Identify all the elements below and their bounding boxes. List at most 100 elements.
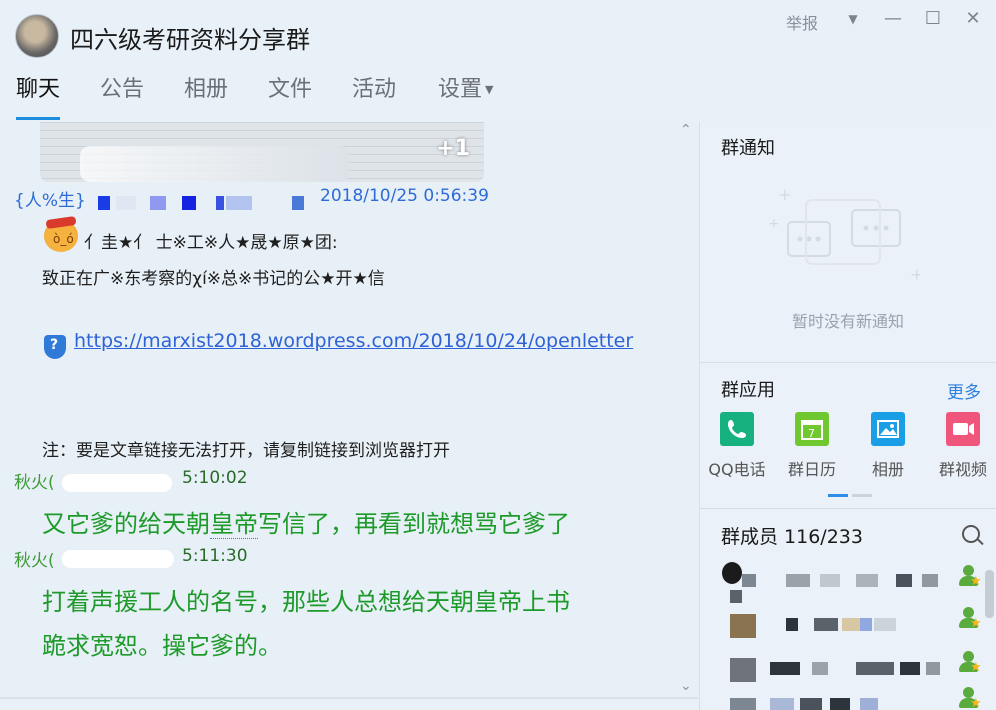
redacted-member xyxy=(856,574,878,587)
members-title: 群成员 116/233 xyxy=(721,526,863,548)
svg-text:+: + xyxy=(770,216,780,232)
redacted-member xyxy=(926,662,940,675)
admin-icon: ★ xyxy=(957,650,982,675)
redacted-name xyxy=(292,196,304,210)
app-group-video[interactable]: 群视频 xyxy=(928,412,996,480)
redacted-name xyxy=(116,196,136,210)
redacted-member xyxy=(842,618,860,631)
maximize-icon[interactable]: ☐ xyxy=(922,8,944,29)
tab-bar: 聊天 公告 相册 文件 活动 设置 ▼ xyxy=(0,74,996,120)
group-avatar[interactable] xyxy=(15,14,59,58)
member-row[interactable]: ★ xyxy=(700,606,982,646)
apps-pager[interactable] xyxy=(852,494,872,497)
shield-link-icon xyxy=(44,335,66,359)
message-text-part: 写信了，再看到就想骂它爹了 xyxy=(258,510,570,538)
app-album[interactable]: 相册 xyxy=(853,412,923,480)
app-label: 群视频 xyxy=(938,460,987,479)
chevron-down-icon[interactable]: ▼ xyxy=(842,12,864,26)
member-row[interactable]: ★ xyxy=(700,650,982,690)
redacted-member xyxy=(730,590,742,603)
thumbnail-count-badge: +1 xyxy=(436,136,470,161)
redacted-member xyxy=(742,574,756,587)
group-title: 四六级考研资料分享群 xyxy=(70,26,310,54)
tab-announcement[interactable]: 公告 xyxy=(100,74,144,120)
redacted-member xyxy=(770,662,800,675)
angry-emoji-icon: ò_ó xyxy=(44,220,78,252)
redacted-member xyxy=(814,618,838,631)
image-thumbnail[interactable]: +1 xyxy=(40,122,484,182)
scroll-down-icon[interactable]: ⌄ xyxy=(680,678,692,694)
thumbnail-blur xyxy=(80,146,350,182)
redacted-member xyxy=(830,698,850,710)
redacted-member xyxy=(874,618,896,631)
redacted-name xyxy=(216,196,224,210)
svg-text:+: + xyxy=(910,265,920,284)
emoji-face: ò_ó xyxy=(53,232,74,246)
redacted-member xyxy=(770,698,794,710)
app-label: QQ电话 xyxy=(708,460,766,479)
message-time: 2018/10/25 0:56:39 xyxy=(320,186,489,206)
redacted-member xyxy=(896,574,912,587)
member-row[interactable]: ★ xyxy=(700,687,982,710)
title-bar: 四六级考研资料分享群 举报 ▼ — ☐ ✕ xyxy=(0,0,996,70)
close-icon[interactable]: ✕ xyxy=(962,8,984,29)
chat-divider xyxy=(0,697,698,699)
message-time: 5:11:30 xyxy=(182,546,248,566)
message-note: 注：要是文章链接无法打开，请复制链接到浏览器打开 xyxy=(42,441,450,461)
tab-chat[interactable]: 聊天 xyxy=(16,74,61,120)
admin-icon: ★ xyxy=(957,564,982,589)
redacted-member xyxy=(860,698,878,710)
message-text: 又它爹的给天朝皇帝写信了，再看到就想骂它爹了 xyxy=(42,504,570,539)
app-group-calendar[interactable]: 7 群日历 xyxy=(777,412,847,480)
section-divider xyxy=(700,508,996,509)
tab-settings[interactable]: 设置 ▼ xyxy=(438,74,493,120)
message-link[interactable]: https://marxist2018.wordpress.com/2018/1… xyxy=(74,330,633,352)
message-text: 亻圭★亻 士※工※人★晟★原★团: xyxy=(84,233,338,253)
message-text: 打着声援工人的名号，那些人总想给天朝皇帝上书 xyxy=(42,588,570,616)
redacted-name xyxy=(150,196,166,210)
message-text: 致正在广※东考察的χí※总※书记的公★开★信 xyxy=(42,269,385,289)
keyword-highlight[interactable]: 皇帝 xyxy=(210,510,258,539)
tab-settings-label: 设置 xyxy=(438,77,483,102)
redacted-member xyxy=(786,618,798,631)
section-divider xyxy=(700,362,996,363)
message-sender[interactable]: {人%生} xyxy=(14,186,86,211)
app-label: 相册 xyxy=(871,460,904,479)
message-sender[interactable]: 秋火( xyxy=(14,468,55,493)
app-label: 群日历 xyxy=(787,460,836,479)
redacted-member xyxy=(820,574,840,587)
scroll-up-icon[interactable]: ⌃ xyxy=(680,122,692,138)
notice-empty-text: 暂时没有新通知 xyxy=(792,312,905,331)
minimize-icon[interactable]: — xyxy=(882,8,904,29)
tab-activity[interactable]: 活动 xyxy=(352,74,396,120)
apps-more-link[interactable]: 更多 xyxy=(947,378,981,403)
tab-files[interactable]: 文件 xyxy=(268,74,312,120)
svg-text:+: + xyxy=(778,188,791,204)
redacted-member xyxy=(900,662,920,675)
redacted-name xyxy=(62,550,174,568)
redacted-name xyxy=(62,474,172,492)
redacted-member xyxy=(856,662,894,675)
calendar-icon: 7 xyxy=(795,412,829,446)
member-row[interactable]: ★ xyxy=(700,562,982,603)
notice-title: 群通知 xyxy=(721,138,775,159)
report-button[interactable]: 举报 xyxy=(786,10,818,34)
apps-title: 群应用 xyxy=(721,380,775,401)
redacted-name xyxy=(182,196,196,210)
tab-album[interactable]: 相册 xyxy=(184,74,228,120)
phone-icon xyxy=(720,412,754,446)
member-avatar xyxy=(730,614,756,638)
app-qq-call[interactable]: QQ电话 xyxy=(702,412,772,480)
caret-down-icon: ▼ xyxy=(485,83,494,96)
members-scrollbar[interactable] xyxy=(985,570,994,618)
message-text-part: 又它爹的给天朝 xyxy=(42,510,210,538)
admin-icon: ★ xyxy=(957,606,982,631)
message-sender[interactable]: 秋火( xyxy=(14,546,55,571)
search-icon[interactable] xyxy=(962,525,980,543)
apps-pager-active[interactable] xyxy=(828,494,848,497)
member-avatar xyxy=(722,562,742,584)
member-avatar xyxy=(730,698,756,710)
message-text: 跪求宽恕。操它爹的。 xyxy=(42,632,282,660)
video-icon xyxy=(946,412,980,446)
member-avatar xyxy=(730,658,756,682)
